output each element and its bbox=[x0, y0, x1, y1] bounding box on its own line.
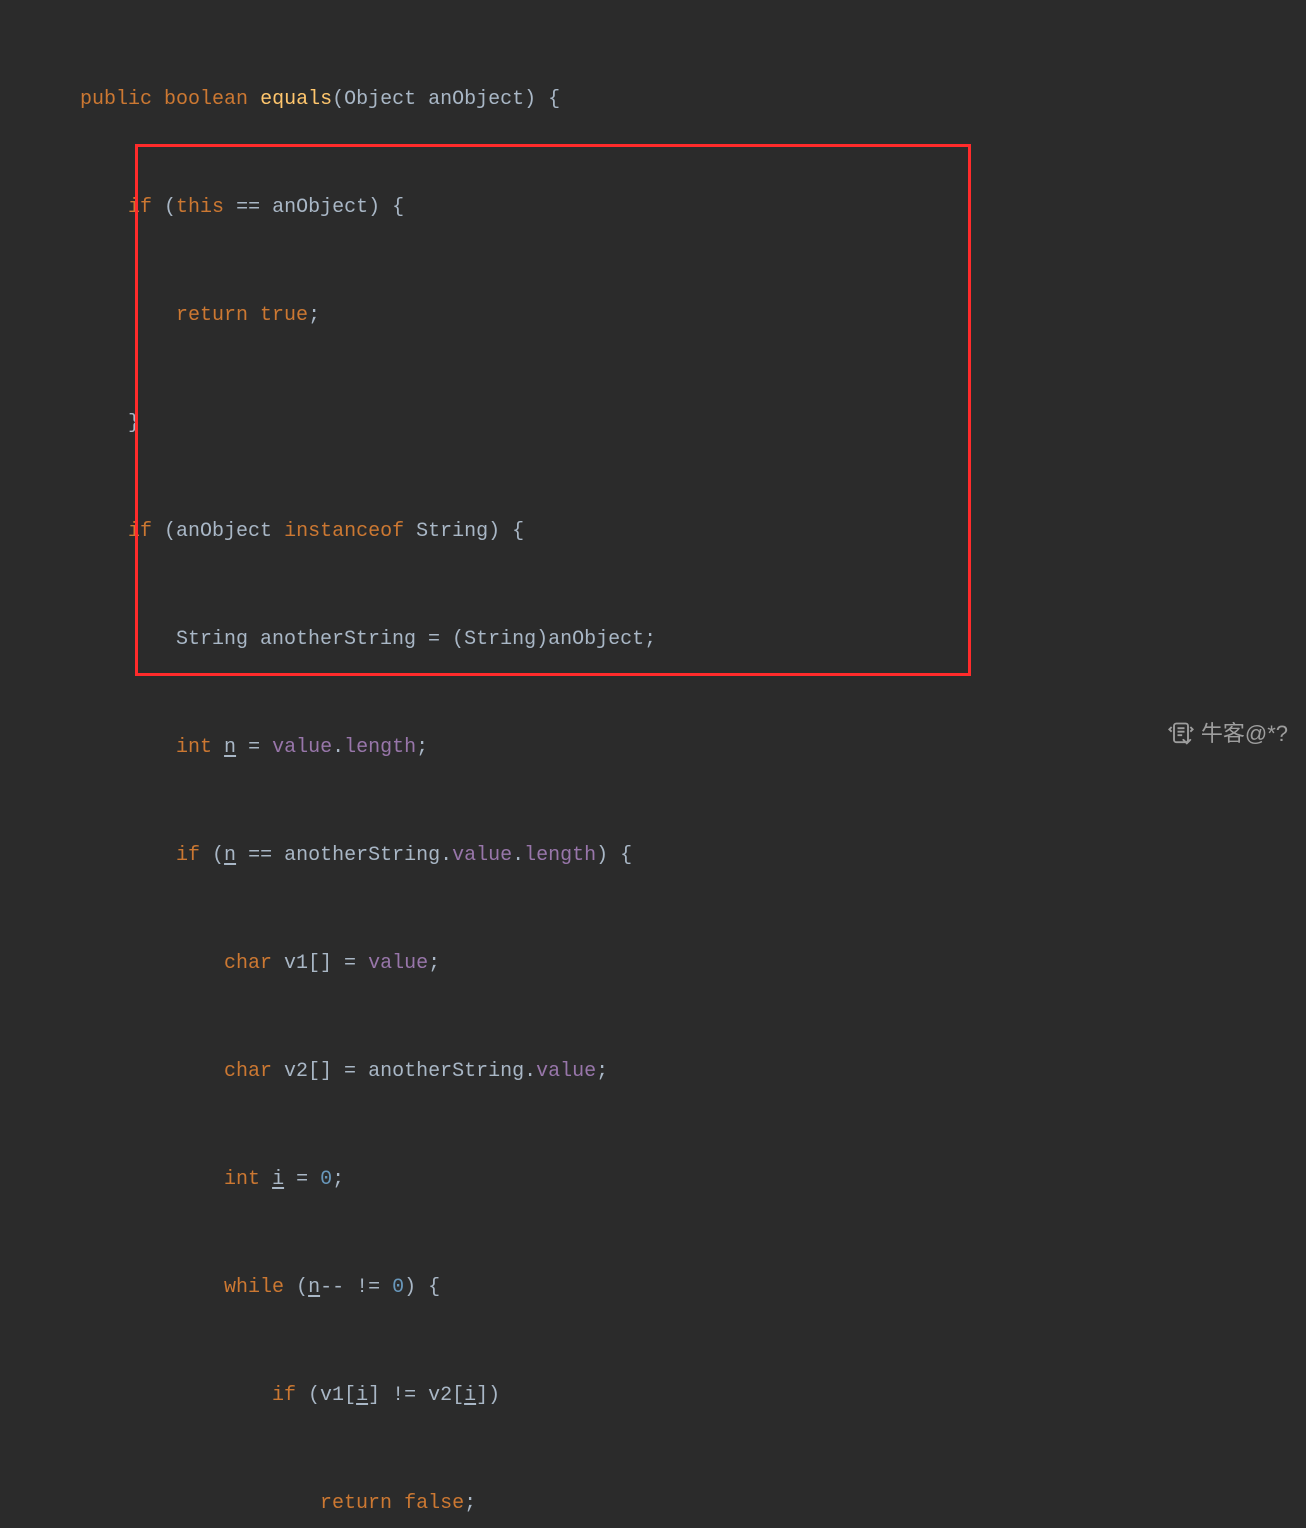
code-line[interactable]: int n = value.length; bbox=[0, 730, 1306, 766]
code-text: ( bbox=[284, 1276, 308, 1299]
code-text bbox=[80, 304, 176, 327]
code-text bbox=[80, 1276, 224, 1299]
variable: n bbox=[224, 736, 236, 759]
code-text: = bbox=[236, 736, 272, 759]
code-text: ]) bbox=[476, 1384, 500, 1407]
code-line[interactable]: char v2[] = anotherString.value; bbox=[0, 1054, 1306, 1090]
code-text: ; bbox=[596, 1060, 608, 1083]
code-line[interactable]: char v1[] = value; bbox=[0, 946, 1306, 982]
code-text: v1[] = bbox=[272, 952, 368, 975]
watermark-icon bbox=[1167, 720, 1195, 748]
code-text bbox=[260, 1168, 272, 1191]
code-text: ; bbox=[416, 736, 428, 759]
code-text: = bbox=[284, 1168, 320, 1191]
code-text bbox=[80, 844, 176, 867]
code-text bbox=[392, 1492, 404, 1515]
code-text: ( bbox=[152, 196, 176, 219]
code-text: String anotherString = (String)anObject; bbox=[80, 628, 656, 651]
code-text: == anObject) { bbox=[224, 196, 404, 219]
code-line[interactable]: public boolean equals(Object anObject) { bbox=[0, 82, 1306, 118]
keyword: public bbox=[80, 88, 152, 111]
code-text: . bbox=[512, 844, 524, 867]
code-text: == anotherString. bbox=[236, 844, 452, 867]
code-line[interactable]: return true; bbox=[0, 298, 1306, 334]
watermark: 牛客@*? bbox=[1167, 716, 1288, 752]
code-line[interactable]: while (n-- != 0) { bbox=[0, 1270, 1306, 1306]
code-text: ( bbox=[200, 844, 224, 867]
keyword: if bbox=[128, 520, 152, 543]
keyword: if bbox=[128, 196, 152, 219]
code-text: ) { bbox=[596, 844, 632, 867]
code-line[interactable]: if (n == anotherString.value.length) { bbox=[0, 838, 1306, 874]
code-text bbox=[212, 736, 224, 759]
keyword: char bbox=[224, 952, 272, 975]
code-text: . bbox=[332, 736, 344, 759]
variable: i bbox=[272, 1168, 284, 1191]
number: 0 bbox=[392, 1276, 404, 1299]
variable: i bbox=[464, 1384, 476, 1407]
code-text: (anObject bbox=[152, 520, 284, 543]
code-line[interactable]: if (v1[i] != v2[i]) bbox=[0, 1378, 1306, 1414]
keyword: char bbox=[224, 1060, 272, 1083]
code-text bbox=[80, 952, 224, 975]
code-text: (Object anObject) { bbox=[332, 88, 560, 111]
code-text bbox=[80, 1060, 224, 1083]
keyword: int bbox=[224, 1168, 260, 1191]
code-line[interactable]: } bbox=[0, 406, 1306, 442]
watermark-text: 牛客@*? bbox=[1201, 716, 1288, 752]
field: value bbox=[536, 1060, 596, 1083]
code-text bbox=[80, 520, 128, 543]
field: value bbox=[452, 844, 512, 867]
keyword: int bbox=[176, 736, 212, 759]
code-text: ] != v2[ bbox=[368, 1384, 464, 1407]
code-text: ; bbox=[332, 1168, 344, 1191]
code-line[interactable]: if (this == anObject) { bbox=[0, 190, 1306, 226]
code-line[interactable]: if (anObject instanceof String) { bbox=[0, 514, 1306, 550]
keyword: instanceof bbox=[284, 520, 404, 543]
code-text bbox=[80, 1168, 224, 1191]
keyword: this bbox=[176, 196, 224, 219]
code-text: (v1[ bbox=[296, 1384, 356, 1407]
code-text bbox=[80, 736, 176, 759]
field: length bbox=[344, 736, 416, 759]
keyword: true bbox=[260, 304, 308, 327]
method-name: equals bbox=[260, 88, 332, 111]
keyword: return bbox=[320, 1492, 392, 1515]
number: 0 bbox=[320, 1168, 332, 1191]
keyword: false bbox=[404, 1492, 464, 1515]
code-line[interactable]: return false; bbox=[0, 1486, 1306, 1522]
code-line[interactable]: String anotherString = (String)anObject; bbox=[0, 622, 1306, 658]
code-text: } bbox=[80, 412, 140, 435]
code-text bbox=[80, 1384, 272, 1407]
code-text: -- != bbox=[320, 1276, 392, 1299]
keyword: while bbox=[224, 1276, 284, 1299]
keyword: if bbox=[272, 1384, 296, 1407]
keyword: return bbox=[176, 304, 248, 327]
code-text: ; bbox=[308, 304, 320, 327]
field: length bbox=[524, 844, 596, 867]
code-text bbox=[80, 1492, 320, 1515]
code-text: String) { bbox=[404, 520, 524, 543]
code-text: ; bbox=[464, 1492, 476, 1515]
variable: i bbox=[356, 1384, 368, 1407]
code-text: ) { bbox=[404, 1276, 440, 1299]
field: value bbox=[368, 952, 428, 975]
code-editor[interactable]: public boolean equals(Object anObject) {… bbox=[0, 0, 1306, 1528]
keyword: if bbox=[176, 844, 200, 867]
code-text bbox=[80, 196, 128, 219]
variable: n bbox=[308, 1276, 320, 1299]
field: value bbox=[272, 736, 332, 759]
code-text: ; bbox=[428, 952, 440, 975]
code-line[interactable]: int i = 0; bbox=[0, 1162, 1306, 1198]
code-text: v2[] = anotherString. bbox=[272, 1060, 536, 1083]
keyword: boolean bbox=[164, 88, 248, 111]
variable: n bbox=[224, 844, 236, 867]
code-text bbox=[248, 304, 260, 327]
